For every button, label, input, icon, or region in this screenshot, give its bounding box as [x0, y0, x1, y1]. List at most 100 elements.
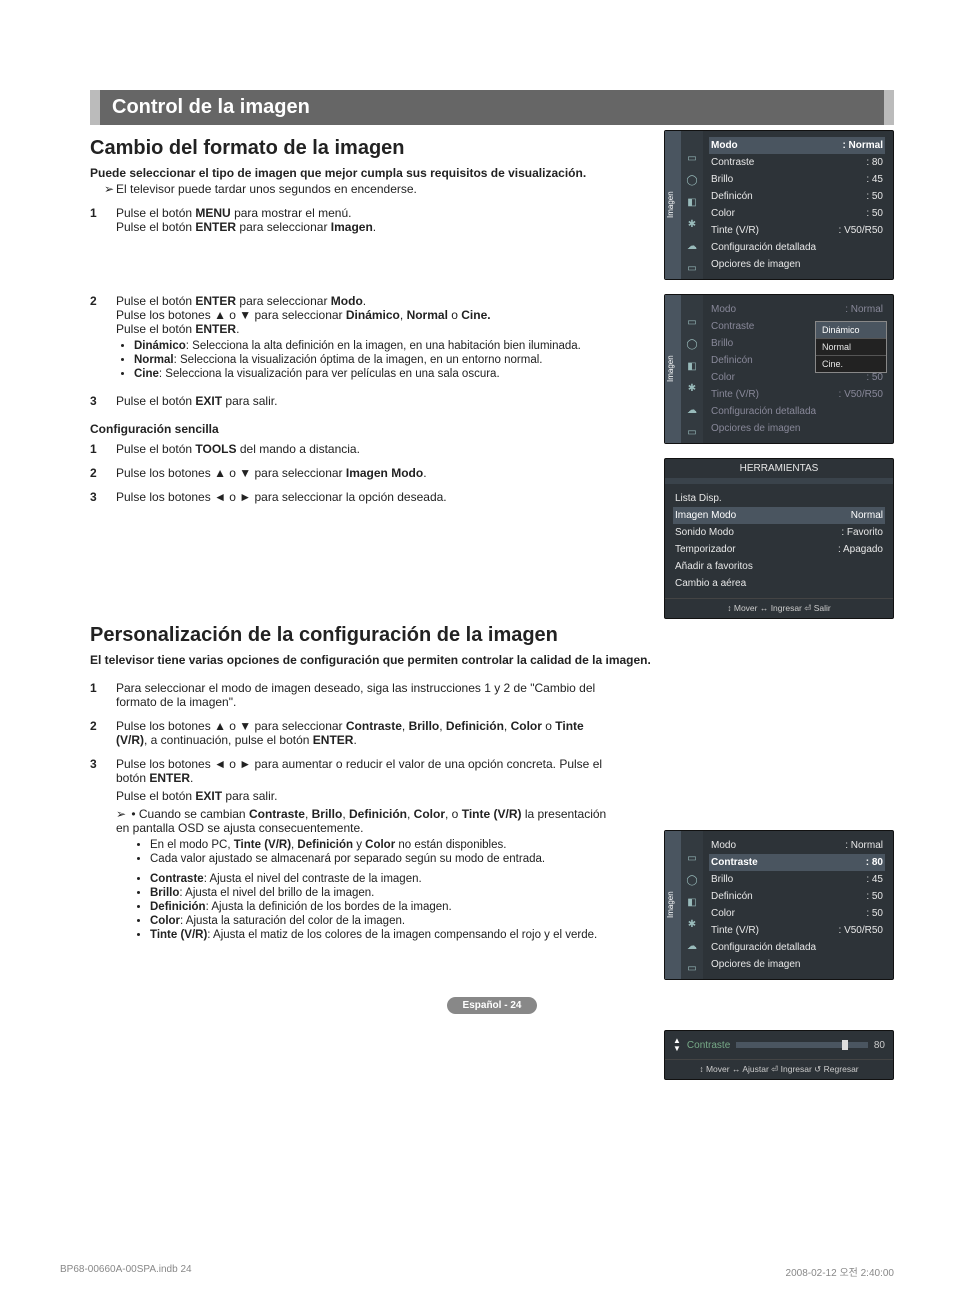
osd-row: Definicón: 50	[709, 888, 885, 905]
osd-row: Configuración detallada	[709, 403, 885, 420]
popup-option: Dinámico	[816, 322, 886, 339]
popup-option: Cine.	[816, 356, 886, 372]
definitions-list: Contraste: Ajusta el nivel del contraste…	[150, 873, 610, 941]
footer-meta: BP68-00660A-00SPA.indb 24 2008-02-12 오전 …	[0, 1260, 954, 1289]
tools-row: Lista Disp.	[673, 490, 885, 507]
step-number: 1	[90, 206, 116, 234]
step-number: 2	[90, 294, 116, 384]
easy-step-1: 1 Pulse el botón TOOLS del mando a dista…	[90, 442, 610, 456]
slider-bar	[736, 1042, 868, 1048]
tools-panel: HERRAMIENTAS Lista Disp.Imagen ModoNorma…	[664, 458, 894, 619]
osd-content: Modo: NormalContraste: 80Brillo: 45Defin…	[703, 131, 893, 279]
osd-row: Configuración detallada	[709, 239, 885, 256]
osd-content: Modo: NormalContraste: 80Brillo: 45Defin…	[703, 831, 893, 979]
slider-label: Contraste	[687, 1040, 730, 1051]
osd-side-label: Imagen	[665, 131, 681, 279]
slider-footer: ↕ Mover ↔ Ajustar ⏎ Ingresar ↺ Regresar	[665, 1059, 893, 1079]
intro-2: El televisor tiene varias opciones de co…	[90, 653, 810, 667]
osd-row: Brillo: 45	[709, 871, 885, 888]
subheading-2: Personalización de la configuración de l…	[90, 624, 894, 647]
card-icon: ▭	[686, 963, 698, 975]
picture-icon: ◧	[686, 361, 698, 373]
step-number: 3	[90, 757, 116, 945]
card-icon: ▭	[686, 263, 698, 275]
step-body: Pulse el botón EXIT para salir.	[116, 394, 610, 408]
tools-content: Lista Disp.Imagen ModoNormalSonido Modo:…	[665, 484, 893, 598]
step-1: 1 Pulse el botón MENU para mostrar el me…	[90, 206, 610, 234]
updown-arrows-icon: ▲▼	[673, 1037, 681, 1053]
picture-icon: ◧	[686, 897, 698, 909]
gear-icon: ✱	[686, 919, 698, 931]
s2-step-1: 1 Para seleccionar el modo de imagen des…	[90, 681, 610, 709]
s2-step-3: 3 Pulse los botones ◄ o ► para aumentar …	[90, 757, 610, 945]
circle-icon: ◯	[686, 339, 698, 351]
cloud-icon: ☁	[686, 405, 698, 417]
osd-icon-strip: ▭ ◯ ◧ ✱ ☁ ▭	[681, 131, 703, 279]
step-number: 1	[90, 681, 116, 709]
popup-option: Normal	[816, 339, 886, 356]
osd-row: Opciores de imagen	[709, 420, 885, 437]
circle-icon: ◯	[686, 175, 698, 187]
osd-row: Opciores de imagen	[709, 956, 885, 973]
gear-icon: ✱	[686, 219, 698, 231]
osd-picture-menu-1: Imagen ▭ ◯ ◧ ✱ ☁ ▭ Modo: NormalContraste…	[664, 130, 894, 280]
osd-row: Modo: Normal	[709, 837, 885, 854]
note-arrow-icon: ➢	[116, 807, 126, 821]
mode-descriptions: Dinámico: Selecciona la alta definición …	[134, 340, 610, 380]
osd-row: Contraste: 80	[709, 154, 885, 171]
circle-icon: ◯	[686, 875, 698, 887]
tv-icon: ▭	[686, 317, 698, 329]
tools-footer: ↕ Mover ↔ Ingresar ⏎ Salir	[665, 598, 893, 618]
osd-side-label: Imagen	[665, 831, 681, 979]
card-icon: ▭	[686, 427, 698, 439]
picture-icon: ◧	[686, 197, 698, 209]
osd-picture-menu-2: Imagen ▭ ◯ ◧ ✱ ☁ ▭ Modo: NormalContraste…	[664, 294, 894, 444]
osd-picture-menu-3: Imagen ▭ ◯ ◧ ✱ ☁ ▭ Modo: NormalContraste…	[664, 830, 894, 980]
easy-step-3: 3 Pulse los botones ◄ o ► para seleccion…	[90, 490, 610, 504]
easy-config-heading: Configuración sencilla	[90, 422, 610, 436]
step-number: 3	[90, 490, 116, 504]
osd-row: Brillo: 45	[709, 171, 885, 188]
s2-step-2: 2 Pulse los botones ▲ o ▼ para seleccion…	[90, 719, 610, 747]
easy-step-2: 2 Pulse los botones ▲ o ▼ para seleccion…	[90, 466, 610, 480]
tools-row: Cambio a aérea	[673, 575, 885, 592]
intro-1: Puede seleccionar el tipo de imagen que …	[90, 166, 610, 180]
tools-row: Sonido Modo: Favorito	[673, 524, 885, 541]
slider-value: 80	[874, 1040, 885, 1051]
tools-row: Imagen ModoNormal	[673, 507, 885, 524]
osd-row: Color: 50	[709, 905, 885, 922]
osd-row: Modo: Normal	[709, 137, 885, 154]
osd-icon-strip: ▭ ◯ ◧ ✱ ☁ ▭	[681, 295, 703, 443]
tools-title: HERRAMIENTAS	[665, 459, 893, 484]
step-number: 3	[90, 394, 116, 408]
osd-row: Tinte (V/R): V50/R50	[709, 922, 885, 939]
osd-row: Modo: Normal	[709, 301, 885, 318]
osd-row: Contraste: 80	[709, 854, 885, 871]
gear-icon: ✱	[686, 383, 698, 395]
contrast-slider-panel: ▲▼ Contraste 80 ↕ Mover ↔ Ajustar ⏎ Ingr…	[664, 1030, 894, 1080]
footer-timestamp: 2008-02-12 오전 2:40:00	[786, 1264, 894, 1279]
osd-row: Opciores de imagen	[709, 256, 885, 273]
osd-row: Definicón: 50	[709, 188, 885, 205]
cloud-icon: ☁	[686, 241, 698, 253]
osd-row: Configuración detallada	[709, 939, 885, 956]
note-arrow-icon: ➢	[104, 182, 114, 196]
step-number: 1	[90, 442, 116, 456]
section-title-bar: Control de la imagen	[90, 90, 894, 125]
step-body: Pulse el botón ENTER para seleccionar Mo…	[116, 294, 610, 384]
tv-icon: ▭	[686, 153, 698, 165]
osd-row: Tinte (V/R): V50/R50	[709, 386, 885, 403]
slider-knob	[842, 1040, 848, 1050]
cloud-icon: ☁	[686, 941, 698, 953]
osd-icon-strip: ▭ ◯ ◧ ✱ ☁ ▭	[681, 831, 703, 979]
osd-row: Color: 50	[709, 205, 885, 222]
step-2: 2 Pulse el botón ENTER para seleccionar …	[90, 294, 610, 384]
tv-icon: ▭	[686, 853, 698, 865]
step-3: 3 Pulse el botón EXIT para salir.	[90, 394, 610, 408]
step-body: Pulse el botón MENU para mostrar el menú…	[116, 206, 610, 234]
osd-side-label: Imagen	[665, 295, 681, 443]
footer-file: BP68-00660A-00SPA.indb 24	[60, 1264, 192, 1279]
tools-row: Añadir a favoritos	[673, 558, 885, 575]
step-number: 2	[90, 466, 116, 480]
tools-row: Temporizador: Apagado	[673, 541, 885, 558]
